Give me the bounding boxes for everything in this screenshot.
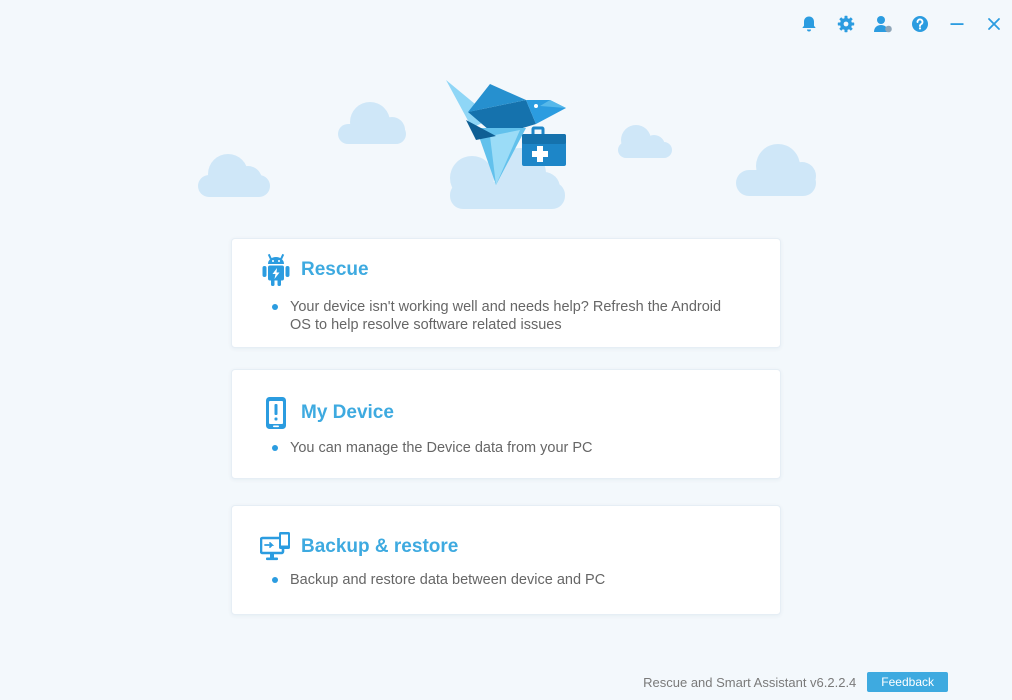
backup-restore-description-list: Backup and restore data between device a…	[272, 571, 740, 589]
backup-restore-title: Backup & restore	[301, 536, 459, 557]
my-device-card[interactable]: My Device You can manage the Device data…	[231, 369, 781, 479]
monitor-sync-icon	[260, 530, 292, 564]
hero-bird-illustration	[198, 80, 816, 209]
my-device-description: You can manage the Device data from your…	[272, 439, 740, 457]
help-icon[interactable]	[908, 12, 932, 36]
account-icon[interactable]	[871, 12, 895, 36]
bell-icon[interactable]	[797, 12, 821, 36]
backup-restore-description: Backup and restore data between device a…	[272, 571, 740, 589]
minimize-icon[interactable]	[945, 12, 969, 36]
rescue-card-header: Rescue	[260, 253, 369, 287]
rescue-description: Your device isn't working well and needs…	[272, 298, 740, 334]
footer: Rescue and Smart Assistant v6.2.2.4 Feed…	[643, 672, 948, 692]
my-device-card-header: My Device	[260, 396, 394, 430]
backup-restore-card-header: Backup & restore	[260, 530, 458, 564]
my-device-description-list: You can manage the Device data from your…	[272, 439, 740, 457]
close-icon[interactable]	[982, 12, 1006, 36]
my-device-title: My Device	[301, 402, 394, 423]
rescue-description-list: Your device isn't working well and needs…	[272, 298, 740, 334]
backup-restore-card[interactable]: Backup & restore Backup and restore data…	[231, 505, 781, 615]
version-label: Rescue and Smart Assistant v6.2.2.4	[643, 674, 857, 690]
android-icon	[260, 253, 292, 287]
rescue-card[interactable]: Rescue Your device isn't working well an…	[231, 238, 781, 348]
first-aid-kit-icon	[522, 126, 566, 166]
phone-alert-icon	[260, 396, 292, 430]
window-controls	[784, 12, 1006, 36]
gear-icon[interactable]	[834, 12, 858, 36]
rescue-title: Rescue	[301, 259, 369, 280]
feedback-button[interactable]: Feedback	[867, 672, 948, 692]
